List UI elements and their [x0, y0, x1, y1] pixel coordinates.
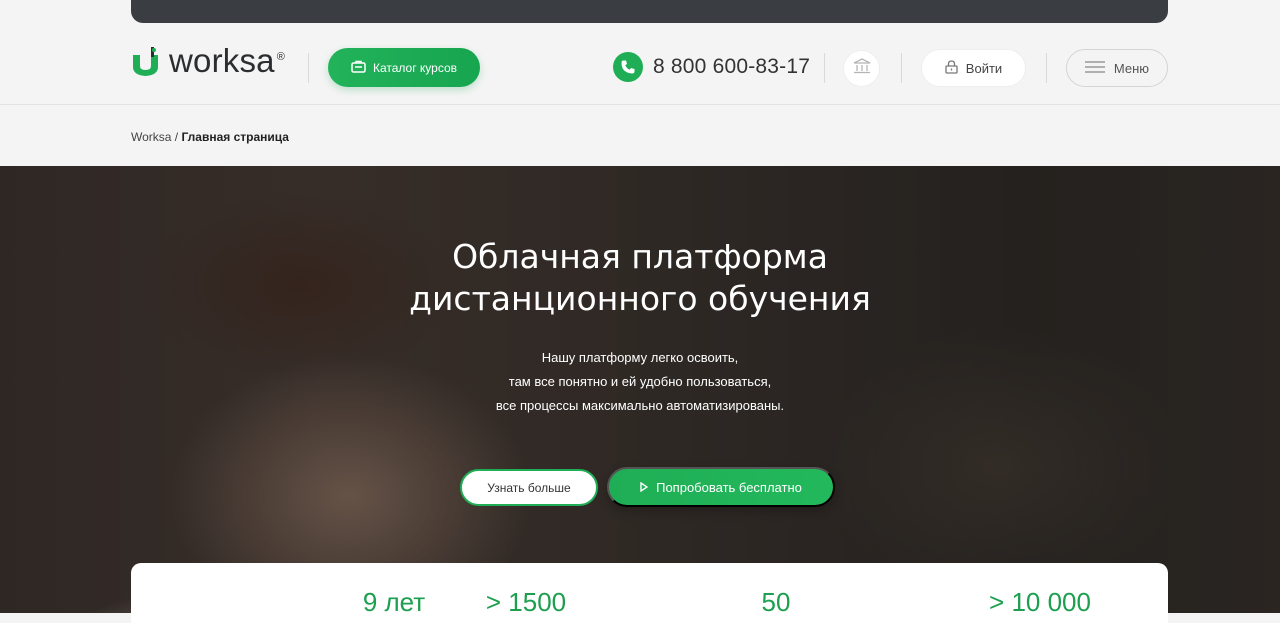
phone-link[interactable]: 8 800 600-83-17: [613, 52, 810, 82]
divider: [824, 53, 825, 83]
bank-icon: [853, 58, 871, 79]
try-free-button-label: Попробовать бесплатно: [656, 479, 802, 495]
breadcrumb-separator: /: [171, 130, 182, 144]
breadcrumb-current: Главная страница: [181, 130, 289, 144]
catalog-button-label: Каталог курсов: [372, 60, 458, 75]
phone-number: 8 800 600-83-17: [653, 55, 811, 78]
bank-button[interactable]: [843, 50, 880, 87]
divider: [308, 53, 309, 83]
menu-button-label: Меню: [1113, 60, 1150, 76]
hamburger-icon: [1084, 60, 1105, 76]
breadcrumb: Worksa / Главная страница: [131, 130, 289, 144]
phone-icon: [613, 52, 643, 82]
menu-button[interactable]: Меню: [1066, 49, 1168, 87]
hero-subtitle: Нашу платформу легко освоить, там все пон…: [495, 350, 785, 413]
hero-title: Облачная платформа дистанционного обучени…: [409, 237, 871, 318]
lock-icon: [945, 59, 958, 77]
logo-icon: [131, 47, 160, 77]
catalog-button[interactable]: Каталог курсов: [328, 48, 480, 87]
top-dark-bar: [131, 0, 1168, 23]
try-free-button[interactable]: Попробовать бесплатно: [607, 467, 835, 507]
stat-companies: > 1500: [485, 587, 567, 617]
login-button[interactable]: Войти: [921, 49, 1026, 87]
logo-text: worksa ®: [169, 41, 286, 79]
stat-users: > 10 000: [989, 587, 1091, 617]
briefcase-icon: [351, 60, 366, 76]
breadcrumb-root[interactable]: Worksa: [131, 130, 171, 144]
learn-more-button[interactable]: Узнать больше: [460, 469, 598, 506]
login-button-label: Войти: [965, 60, 1003, 76]
stat-count: 50: [761, 587, 791, 617]
stats-card: 9 лет > 1500 50 > 10 000: [131, 563, 1168, 623]
divider: [901, 53, 902, 83]
site-header: worksa ® Каталог курсов 8 800 600-83-17 В…: [0, 23, 1280, 105]
hero-section: Облачная платформа дистанционного обучени…: [0, 166, 1280, 613]
divider: [1046, 53, 1047, 83]
logo[interactable]: worksa ®: [131, 41, 286, 79]
play-icon: [640, 480, 649, 495]
